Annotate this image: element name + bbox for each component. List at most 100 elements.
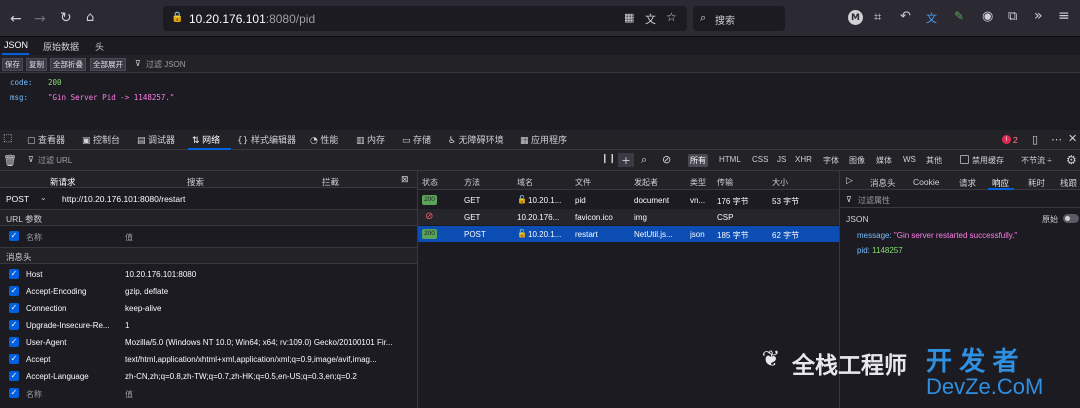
property-filter-input[interactable]: 过滤属性 bbox=[858, 195, 890, 206]
filter-media[interactable]: 媒体 bbox=[874, 154, 894, 167]
close-panel-icon[interactable]: ⊠ bbox=[401, 175, 409, 185]
header-name[interactable]: Host bbox=[26, 270, 42, 279]
header-value[interactable]: Mozilla/5.0 (Windows NT 10.0; Win64; x64… bbox=[125, 338, 415, 347]
translate-ext-icon[interactable]: 文 bbox=[926, 10, 937, 26]
throttle-select[interactable]: 不节流 ÷ bbox=[1021, 155, 1052, 166]
filter-html[interactable]: HTML bbox=[717, 154, 743, 165]
expand-all-button[interactable]: 全部展开 bbox=[90, 58, 126, 71]
pick-element-icon[interactable]: ⬚ bbox=[3, 133, 12, 144]
filter-other[interactable]: 其他 bbox=[924, 154, 944, 167]
pause-icon[interactable]: ❙❙ bbox=[601, 154, 616, 164]
header-checkbox[interactable]: ✓ bbox=[9, 354, 19, 364]
col-domain[interactable]: 域名 bbox=[517, 177, 533, 188]
forward-icon[interactable]: → bbox=[34, 11, 46, 27]
error-icon[interactable]: ! bbox=[1002, 135, 1011, 144]
header-name[interactable]: Accept bbox=[26, 355, 50, 364]
header-checkbox[interactable]: ✓ bbox=[9, 320, 19, 330]
overflow-icon[interactable]: » bbox=[1034, 8, 1043, 24]
extension-m-icon[interactable]: M bbox=[848, 10, 863, 25]
col-method[interactable]: 方法 bbox=[464, 177, 480, 188]
search-network-icon[interactable]: ⌕ bbox=[641, 153, 647, 167]
collapse-all-button[interactable]: 全部折叠 bbox=[50, 58, 86, 71]
reload-icon[interactable]: ↻ bbox=[60, 10, 72, 26]
filter-js[interactable]: JS bbox=[775, 154, 788, 165]
tab-style-editor[interactable]: {} 样式编辑器 bbox=[237, 133, 296, 147]
tab-headers[interactable]: 头 bbox=[95, 40, 104, 53]
col-status[interactable]: 状态 bbox=[422, 177, 438, 188]
search-box[interactable]: ⌕ 搜索 bbox=[693, 6, 785, 31]
new-request-icon[interactable]: + bbox=[618, 153, 634, 167]
more-options-icon[interactable]: ⋯ bbox=[1051, 133, 1062, 146]
param-value[interactable]: 值 bbox=[125, 232, 415, 243]
extensions-icon[interactable]: ⧉ bbox=[1008, 9, 1017, 24]
header-checkbox[interactable]: ✓ bbox=[9, 303, 19, 313]
header-checkbox[interactable]: ✓ bbox=[9, 371, 19, 381]
raw-toggle[interactable] bbox=[1063, 214, 1079, 223]
copy-button[interactable]: 复制 bbox=[26, 58, 47, 71]
tab-search[interactable]: 搜索 bbox=[187, 176, 204, 188]
request-url-input[interactable]: http://10.20.176.101:8080/restart bbox=[62, 194, 185, 204]
url-bar[interactable]: 🔒 10.20.176.101:8080/pid ▦ 文 ☆ bbox=[163, 6, 687, 31]
trash-icon[interactable]: 🗑 bbox=[3, 154, 17, 167]
translate-icon[interactable]: 文 bbox=[645, 11, 656, 27]
header-value[interactable]: 10.20.176.101:8080 bbox=[125, 270, 415, 279]
settings-gear-icon[interactable]: ⚙ bbox=[1066, 153, 1077, 167]
header-name[interactable]: Connection bbox=[26, 304, 66, 313]
tab-debugger[interactable]: ▤ 调试器 bbox=[137, 133, 175, 147]
tab-timings[interactable]: 耗时 bbox=[1028, 177, 1045, 189]
tab-cookie[interactable]: Cookie bbox=[913, 177, 939, 187]
filter-images[interactable]: 图像 bbox=[847, 154, 867, 167]
request-row[interactable]: 200 GET 🔓 10.20.1... pid document vn... … bbox=[418, 192, 839, 208]
col-initiator[interactable]: 发起者 bbox=[634, 177, 658, 188]
param-checkbox[interactable]: ✓ bbox=[9, 231, 19, 241]
sidebar-toggle-icon[interactable]: ▷ bbox=[846, 176, 853, 186]
tab-network[interactable]: ⇅ 网络 bbox=[192, 133, 220, 147]
filter-xhr[interactable]: XHR bbox=[793, 154, 814, 165]
tab-request[interactable]: 请求 bbox=[959, 177, 976, 189]
tab-stack-trace[interactable]: 栈跟 bbox=[1060, 177, 1077, 189]
crop-icon[interactable]: ⌗ bbox=[874, 10, 881, 25]
qr-icon[interactable]: ▦ bbox=[624, 11, 634, 24]
back-icon[interactable]: ← bbox=[10, 11, 22, 27]
header-checkbox[interactable]: ✓ bbox=[9, 337, 19, 347]
brush-icon[interactable]: ✎ bbox=[954, 9, 964, 23]
col-file[interactable]: 文件 bbox=[575, 177, 591, 188]
block-icon[interactable]: ⊘ bbox=[662, 153, 671, 166]
filter-css[interactable]: CSS bbox=[750, 154, 770, 165]
tab-headers[interactable]: 消息头 bbox=[870, 177, 896, 189]
request-row-selected[interactable]: 200 POST 🔓 10.20.1... restart NetUtil.js… bbox=[418, 226, 839, 242]
param-name[interactable]: 名称 bbox=[26, 232, 42, 243]
record-icon[interactable]: ◉ bbox=[982, 9, 993, 24]
tab-intercept[interactable]: 拦截 bbox=[322, 176, 339, 188]
dock-icon[interactable]: ▯ bbox=[1032, 133, 1038, 146]
tab-new-request[interactable]: 新请求 bbox=[50, 176, 76, 188]
tab-application[interactable]: ▦ 应用程序 bbox=[520, 133, 567, 147]
header-checkbox[interactable]: ✓ bbox=[9, 269, 19, 279]
header-name[interactable]: Upgrade-Insecure-Re... bbox=[26, 321, 110, 330]
tab-memory[interactable]: ▥ 内存 bbox=[356, 133, 385, 147]
tab-console[interactable]: ▣ 控制台 bbox=[82, 133, 120, 147]
header-name[interactable]: Accept-Language bbox=[26, 372, 89, 381]
header-name[interactable]: Accept-Encoding bbox=[26, 287, 86, 296]
bookmark-star-icon[interactable]: ☆ bbox=[666, 10, 677, 24]
tab-json[interactable]: JSON bbox=[4, 40, 28, 50]
filter-ws[interactable]: WS bbox=[901, 154, 918, 165]
error-count[interactable]: 2 bbox=[1013, 135, 1018, 145]
close-icon[interactable]: ✕ bbox=[1068, 132, 1077, 145]
col-transfer[interactable]: 传输 bbox=[717, 177, 733, 188]
header-value[interactable]: 1 bbox=[125, 321, 415, 330]
filter-all[interactable]: 所有 bbox=[688, 154, 708, 167]
url-text[interactable]: 10.20.176.101:8080/pid bbox=[189, 12, 315, 26]
home-icon[interactable]: ⌂ bbox=[86, 10, 94, 25]
disable-cache-checkbox[interactable] bbox=[960, 155, 969, 164]
menu-icon[interactable]: ≡ bbox=[1058, 8, 1070, 24]
method-select[interactable]: POST bbox=[6, 194, 29, 204]
tab-performance[interactable]: ◔ 性能 bbox=[310, 133, 338, 147]
json-filter-input[interactable]: 过滤 JSON bbox=[146, 59, 186, 70]
save-button[interactable]: 保存 bbox=[2, 58, 23, 71]
header-value[interactable]: keep-alive bbox=[125, 304, 415, 313]
chevron-down-icon[interactable]: ⌄ bbox=[40, 193, 47, 202]
url-filter-input[interactable]: 过滤 URL bbox=[38, 155, 72, 166]
header-name[interactable]: 名称 bbox=[26, 389, 42, 400]
tab-inspector[interactable]: ▢ 查看器 bbox=[27, 133, 65, 147]
